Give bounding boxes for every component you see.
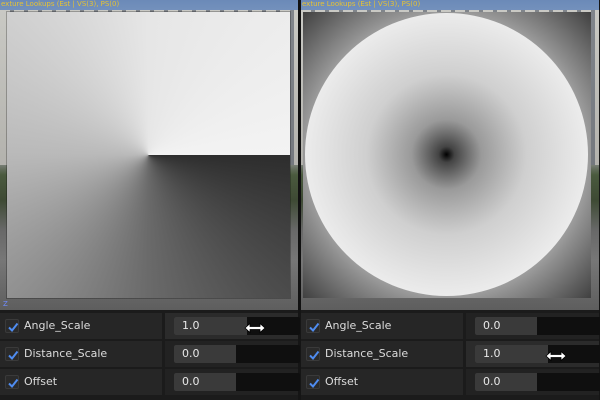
- param-row-offset: Offset 0.0: [0, 369, 300, 395]
- param-name-label: Distance_Scale: [24, 347, 108, 360]
- param-enable-checkbox[interactable]: [5, 375, 19, 389]
- param-row-distance-scale: Distance_Scale 0.0: [0, 341, 300, 367]
- param-value-spinbox[interactable]: 0.0: [174, 373, 300, 391]
- param-name-label: Distance_Scale: [325, 347, 409, 360]
- param-name-label: Angle_Scale: [24, 319, 91, 332]
- param-value-spinbox[interactable]: 0.0: [475, 317, 600, 335]
- horizontal-resize-cursor-icon: [244, 319, 266, 334]
- param-value-spinbox[interactable]: 0.0: [174, 345, 300, 363]
- param-row-offset: Offset 0.0: [301, 369, 600, 395]
- angle-lookup-preview-plane: [7, 12, 290, 298]
- checkmark-icon: [309, 322, 320, 333]
- param-name-label: Offset: [24, 375, 58, 388]
- checkmark-icon: [309, 350, 320, 361]
- viewport-stats-label: exture Lookups (Est | VS(3), PS(0): [302, 0, 421, 8]
- param-value-text: 1.0: [182, 319, 200, 332]
- param-value-spinbox[interactable]: 1.0: [475, 345, 600, 363]
- param-enable-checkbox[interactable]: [5, 319, 19, 333]
- param-value-text: 0.0: [483, 375, 501, 388]
- right-parameter-panel: Angle_Scale 0.0 Distance_Scale 1.0 Offset 0.0: [301, 310, 600, 400]
- param-value-text: 0.0: [182, 347, 200, 360]
- param-row-angle-scale: Angle_Scale 1.0: [0, 313, 300, 339]
- param-enable-checkbox[interactable]: [306, 375, 320, 389]
- checkmark-icon: [8, 378, 19, 389]
- param-name-label: Angle_Scale: [325, 319, 392, 332]
- param-row-distance-scale: Distance_Scale 1.0: [301, 341, 600, 367]
- distance-lookup-disc: [305, 13, 588, 296]
- param-value-spinbox[interactable]: 1.0: [174, 317, 300, 335]
- distance-lookup-preview-plane: [303, 12, 591, 298]
- right-material-preview-viewport[interactable]: exture Lookups (Est | VS(3), PS(0): [301, 0, 599, 310]
- param-value-text: 0.0: [483, 319, 501, 332]
- horizontal-resize-cursor-icon: [545, 347, 567, 362]
- left-material-preview-viewport[interactable]: exture Lookups (Est | VS(3), PS(0) Z: [0, 0, 298, 310]
- left-parameter-panel: Angle_Scale 1.0 Distance_Scale 0.0 Offset 0.0: [0, 310, 300, 400]
- param-value-spinbox[interactable]: 0.0: [475, 373, 600, 391]
- param-enable-checkbox[interactable]: [5, 347, 19, 361]
- checkmark-icon: [8, 350, 19, 361]
- param-enable-checkbox[interactable]: [306, 347, 320, 361]
- param-name-label: Offset: [325, 375, 359, 388]
- viewport-stats-label: exture Lookups (Est | VS(3), PS(0): [1, 0, 120, 8]
- param-row-angle-scale: Angle_Scale 0.0: [301, 313, 600, 339]
- param-enable-checkbox[interactable]: [306, 319, 320, 333]
- axis-indicator: Z: [3, 300, 8, 308]
- checkmark-icon: [8, 322, 19, 333]
- param-value-text: 0.0: [182, 375, 200, 388]
- checkmark-icon: [309, 378, 320, 389]
- param-value-text: 1.0: [483, 347, 501, 360]
